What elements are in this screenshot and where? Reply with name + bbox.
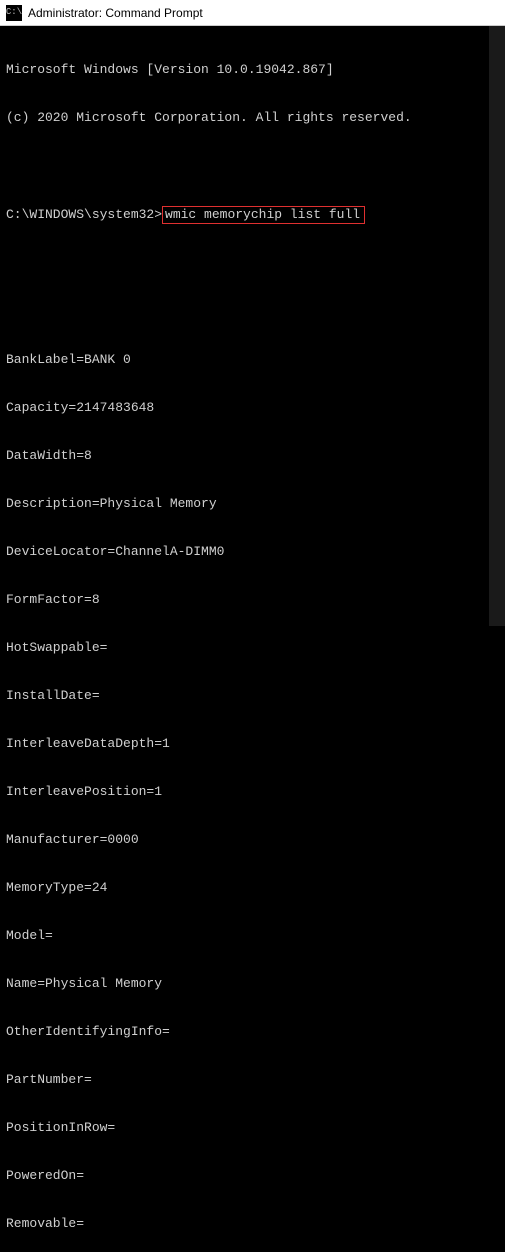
window-titlebar[interactable]: C:\ Administrator: Command Prompt <box>0 0 505 26</box>
output-line: Capacity=2147483648 <box>6 400 499 416</box>
output-line: FormFactor=8 <box>6 592 499 608</box>
output-line: Name=Physical Memory <box>6 976 499 992</box>
output-line: DeviceLocator=ChannelA-DIMM0 <box>6 544 499 560</box>
blank-line <box>6 304 499 320</box>
output-line: HotSwappable= <box>6 640 499 656</box>
command-highlight: wmic memorychip list full <box>162 206 365 224</box>
output-line: InterleavePosition=1 <box>6 784 499 800</box>
blank-line <box>6 158 499 174</box>
output-line: Manufacturer=0000 <box>6 832 499 848</box>
output-line: BankLabel=BANK 0 <box>6 352 499 368</box>
blank-line <box>6 256 499 272</box>
output-line: Description=Physical Memory <box>6 496 499 512</box>
output-line: InterleaveDataDepth=1 <box>6 736 499 752</box>
prompt-line: C:\WINDOWS\system32>wmic memorychip list… <box>6 206 499 224</box>
prompt-path: C:\WINDOWS\system32> <box>6 207 162 223</box>
terminal-area[interactable]: Microsoft Windows [Version 10.0.19042.86… <box>0 26 505 1252</box>
output-line: InstallDate= <box>6 688 499 704</box>
output-line: PoweredOn= <box>6 1168 499 1184</box>
header-line-2: (c) 2020 Microsoft Corporation. All righ… <box>6 110 499 126</box>
vertical-scrollbar[interactable] <box>489 26 505 626</box>
cmd-icon: C:\ <box>6 5 22 21</box>
output-line: OtherIdentifyingInfo= <box>6 1024 499 1040</box>
output-line: Removable= <box>6 1216 499 1232</box>
typed-command: wmic memorychip list full <box>165 207 360 222</box>
output-line: PartNumber= <box>6 1072 499 1088</box>
window-title: Administrator: Command Prompt <box>28 6 203 20</box>
output-line: MemoryType=24 <box>6 880 499 896</box>
header-line-1: Microsoft Windows [Version 10.0.19042.86… <box>6 62 499 78</box>
output-line: DataWidth=8 <box>6 448 499 464</box>
output-line: PositionInRow= <box>6 1120 499 1136</box>
output-line: Model= <box>6 928 499 944</box>
